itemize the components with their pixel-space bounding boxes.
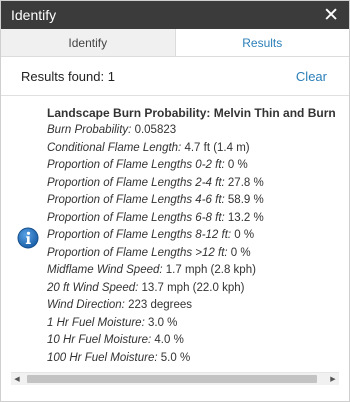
scroll-left-icon[interactable]: ◀	[11, 373, 23, 385]
attribute-row: Proportion of Flame Lengths 6-8 ft: 13.2…	[47, 210, 349, 228]
result-item: Landscape Burn Probability: Melvin Thin …	[47, 104, 349, 364]
attribute-key: Conditional Flame Length:	[47, 141, 182, 154]
results-count: Results found: 1	[21, 68, 115, 84]
attribute-row: Conditional Flame Length: 4.7 ft (1.4 m)	[47, 140, 349, 158]
attribute-list: Burn Probability: 0.05823 Conditional Fla…	[47, 122, 349, 364]
attribute-key: Proportion of Flame Lengths 4-6 ft:	[47, 194, 225, 206]
clear-link[interactable]: Clear	[296, 69, 327, 84]
attribute-row: 20 ft Wind Speed: 13.7 mph (22.0 kph)	[47, 280, 349, 298]
attribute-value: 13.7 mph (22.0 kph)	[138, 281, 245, 294]
attribute-value: 13.2 %	[224, 211, 264, 224]
attribute-key: 10 Hr Fuel Moisture:	[47, 334, 152, 346]
scrollbar-thumb[interactable]	[27, 375, 317, 383]
attribute-key: Proportion of Flame Lengths 6-8 ft:	[47, 211, 225, 224]
tab-identify[interactable]: Identify	[1, 29, 176, 56]
attribute-value: 5.0 %	[157, 351, 191, 364]
attribute-value: 0 %	[231, 229, 255, 241]
attribute-row: Proportion of Flame Lengths >12 ft: 0 %	[47, 245, 349, 263]
attribute-row: Proportion of Flame Lengths 2-4 ft: 27.8…	[47, 175, 349, 193]
attribute-key: Burn Probability:	[47, 124, 132, 136]
attribute-key: Proportion of Flame Lengths 0-2 ft:	[47, 159, 225, 171]
attribute-key: Proportion of Flame Lengths >12 ft:	[47, 246, 228, 259]
attribute-key: Proportion of Flame Lengths 8-12 ft:	[47, 229, 232, 241]
attribute-key: 1 Hr Fuel Moisture:	[47, 316, 145, 329]
info-icon[interactable]	[17, 227, 39, 249]
scroll-right-icon[interactable]: ▶	[327, 373, 339, 385]
attribute-key: Proportion of Flame Lengths 2-4 ft:	[47, 176, 225, 189]
attribute-value: 223 degrees	[124, 299, 193, 311]
attribute-row: 10 Hr Fuel Moisture: 4.0 %	[47, 332, 349, 350]
results-summary: Results found: 1 Clear	[1, 57, 349, 96]
attribute-row: 100 Hr Fuel Moisture: 5.0 %	[47, 350, 349, 365]
attribute-value: 27.8 %	[224, 176, 264, 189]
horizontal-scrollbar[interactable]: ◀ ▶	[11, 372, 339, 385]
attribute-value: 3.0 %	[144, 316, 178, 329]
panel-title: Identify	[11, 7, 57, 23]
result-name: Landscape Burn Probability: Melvin Thin …	[47, 106, 336, 120]
attribute-row: Proportion of Flame Lengths 8-12 ft: 0 %	[47, 227, 349, 245]
attribute-key: 100 Hr Fuel Moisture:	[47, 351, 158, 364]
attribute-value: 4.7 ft (1.4 m)	[181, 141, 250, 154]
attribute-key: Midflame Wind Speed:	[47, 264, 163, 276]
attribute-value: 58.9 %	[224, 194, 264, 206]
attribute-value: 0.05823	[131, 124, 177, 136]
attribute-row: Midflame Wind Speed: 1.7 mph (2.8 kph)	[47, 262, 349, 280]
attribute-row: Burn Probability: 0.05823	[47, 122, 349, 140]
attribute-value: 1.7 mph (2.8 kph)	[162, 264, 256, 276]
attribute-value: 0 %	[227, 246, 251, 259]
attribute-key: Wind Direction:	[47, 299, 125, 311]
tab-results[interactable]: Results	[175, 29, 349, 56]
attribute-value: 0 %	[224, 159, 248, 171]
title-bar: Identify ✕	[1, 1, 349, 29]
results-content[interactable]: Landscape Burn Probability: Melvin Thin …	[1, 96, 349, 364]
attribute-row: Proportion of Flame Lengths 0-2 ft: 0 %	[47, 157, 349, 175]
attribute-row: 1 Hr Fuel Moisture: 3.0 %	[47, 315, 349, 333]
attribute-row: Proportion of Flame Lengths 4-6 ft: 58.9…	[47, 192, 349, 210]
close-icon[interactable]: ✕	[321, 6, 341, 25]
tab-bar: Identify Results	[1, 29, 349, 57]
identify-panel: Identify ✕ Identify Results Results foun…	[0, 0, 350, 402]
attribute-value: 4.0 %	[151, 334, 184, 346]
attribute-key: 20 ft Wind Speed:	[47, 281, 139, 294]
attribute-row: Wind Direction: 223 degrees	[47, 297, 349, 315]
